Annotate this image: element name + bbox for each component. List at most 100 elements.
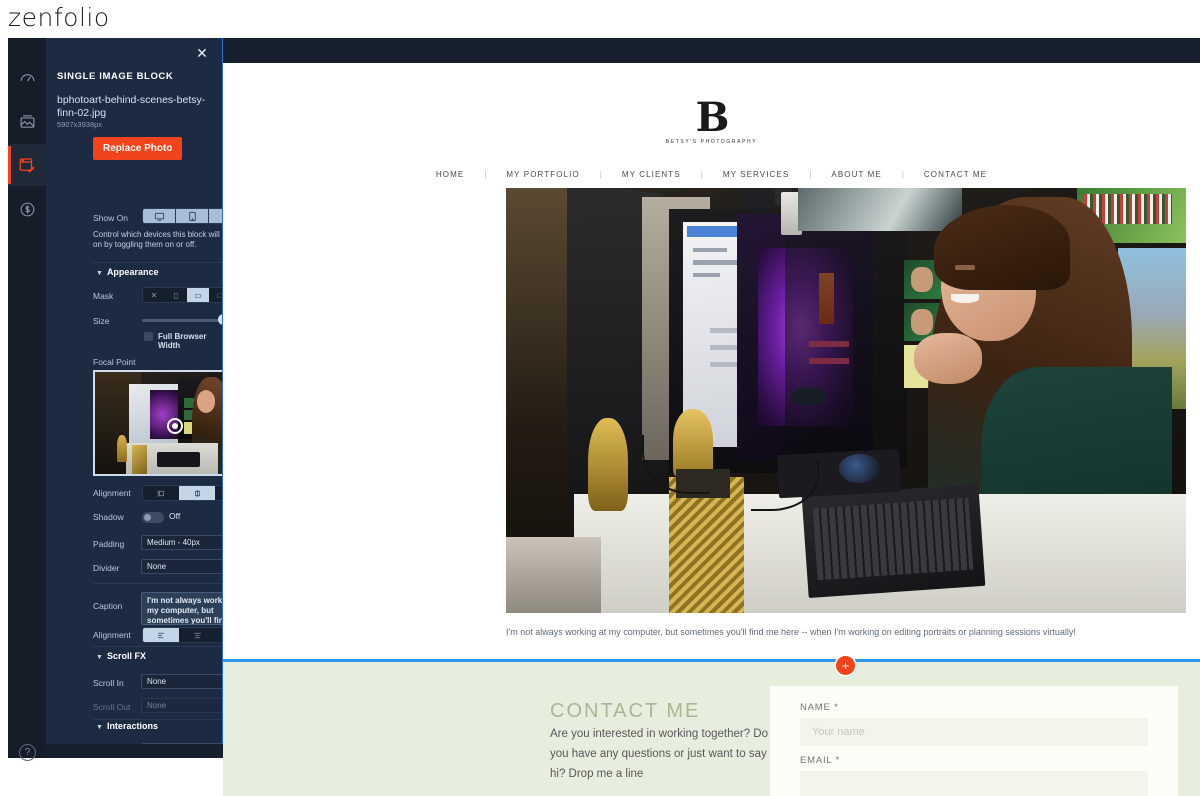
shadow-state-label: Off	[169, 511, 181, 521]
logo-letter: B	[695, 94, 730, 141]
close-icon[interactable]: ✕	[194, 45, 210, 61]
caption-align-right-icon[interactable]	[215, 628, 222, 642]
divider-value: None	[147, 562, 167, 571]
contact-form[interactable]: NAME * Your name EMAIL *	[770, 686, 1178, 796]
show-on-label: Show On	[93, 213, 128, 223]
scroll-in-label: Scroll In	[93, 678, 124, 688]
image-alignment-label: Alignment	[93, 488, 131, 498]
appearance-section-header[interactable]: ▼ Appearance	[96, 267, 158, 277]
desktop-icon[interactable]	[143, 209, 176, 223]
scroll-out-value: None	[147, 701, 167, 710]
show-on-help-text: Control which devices this block will ap…	[93, 230, 222, 249]
rail-item-gallery[interactable]	[8, 100, 46, 142]
focal-point-label: Focal Point	[93, 357, 136, 367]
rail-item-website-builder[interactable]	[8, 144, 46, 186]
replace-photo-button[interactable]: Replace Photo	[93, 137, 183, 160]
nav-link-my-portfolio[interactable]: MY PORTFOLIO	[486, 170, 599, 179]
nav-link-home[interactable]: HOME	[416, 170, 484, 179]
hero-caption: I'm not always working at my computer, b…	[506, 627, 1076, 637]
full-browser-width-label: Full Browser Width	[158, 332, 207, 350]
single-image-block-settings-panel: ✕ SINGLE IMAGE BLOCK bphotoart-behind-sc…	[46, 38, 223, 744]
image-alignment-options[interactable]	[142, 485, 222, 501]
editor-shell: ? ✕ SINGLE IMAGE BLOCK bphotoart-behind-…	[8, 38, 1200, 796]
zenfolio-logo[interactable]: zenfolio	[8, 3, 110, 32]
block-selection-bar	[223, 659, 1200, 662]
nav-link-my-services[interactable]: MY SERVICES	[703, 170, 810, 179]
site-logo[interactable]: B BETSY'S PHOTOGRAPHY	[665, 94, 758, 146]
image-file-name: bphotoart-behind-scenes-betsy-finn-02.jp…	[57, 94, 206, 119]
caption-alignment-label: Alignment	[93, 630, 131, 640]
mask-square-icon[interactable]: □	[209, 288, 222, 302]
brand-bar: zenfolio	[0, 0, 1200, 38]
contact-heading: CONTACT ME	[550, 700, 701, 722]
chevron-down-icon: ▼	[96, 270, 103, 277]
align-right-icon[interactable]	[215, 486, 222, 500]
scroll-out-label: Scroll Out	[93, 702, 131, 712]
help-button[interactable]: ?	[19, 744, 36, 761]
caption-label: Caption	[93, 601, 123, 611]
rail-item-billing[interactable]	[8, 188, 46, 230]
full-browser-width-checkbox[interactable]	[144, 332, 153, 341]
shadow-toggle[interactable]	[142, 512, 164, 523]
name-input[interactable]: Your name	[800, 718, 1148, 746]
link-type-select[interactable]: None ▼	[141, 743, 222, 744]
contact-section[interactable]: CONTACT ME Are you interested in working…	[223, 662, 1200, 796]
padding-select[interactable]: Medium - 40px ▼	[141, 535, 222, 550]
divider-label: Divider	[93, 563, 120, 573]
hero-photo-content	[506, 188, 1186, 613]
scroll-fx-section-header[interactable]: ▼ Scroll FX	[96, 651, 146, 661]
mask-options[interactable]: ✕ ▯ ▭ □ ○	[142, 287, 222, 303]
email-input[interactable]	[800, 771, 1148, 796]
divider	[93, 719, 222, 720]
caption-value: I'm not always working at my computer, b…	[147, 596, 223, 625]
interactions-section-header[interactable]: ▼ Interactions	[96, 721, 158, 731]
contact-body-text: Are you interested in working together? …	[550, 728, 768, 780]
padding-value: Medium - 40px	[147, 538, 200, 547]
logo-subtitle: BETSY'S PHOTOGRAPHY	[665, 139, 758, 145]
tablet-icon[interactable]	[176, 209, 209, 223]
nav-link-my-clients[interactable]: MY CLIENTS	[602, 170, 701, 179]
name-field-label: NAME *	[800, 702, 839, 713]
caption-textarea[interactable]: I'm not always working at my computer, b…	[141, 592, 223, 625]
hero-photo[interactable]	[506, 188, 1186, 613]
single-image-block[interactable]	[506, 188, 1186, 613]
caption-align-left-icon[interactable]	[143, 628, 179, 642]
scroll-in-value: None	[147, 677, 167, 686]
size-slider-track[interactable]	[142, 319, 222, 322]
icon-rail: ?	[8, 38, 46, 761]
caption-alignment-options[interactable]	[142, 627, 222, 643]
site-header: B BETSY'S PHOTOGRAPHY HOME | MY PORTFOLI…	[223, 63, 1200, 191]
divider-select[interactable]: None ▼	[141, 559, 222, 574]
mask-portrait-icon[interactable]: ▯	[165, 288, 187, 302]
focal-point-thumbnail[interactable]	[93, 370, 222, 476]
align-center-icon[interactable]	[179, 486, 215, 500]
dollar-circle-icon	[19, 201, 36, 218]
page-edit-icon	[18, 156, 36, 174]
scroll-in-select[interactable]: None ▼	[141, 674, 222, 689]
gauge-icon	[19, 69, 36, 86]
panel-title: SINGLE IMAGE BLOCK	[57, 71, 174, 82]
divider	[93, 583, 222, 584]
nav-link-contact-me[interactable]: CONTACT ME	[904, 170, 1007, 179]
photos-icon	[19, 113, 36, 130]
focal-point-marker[interactable]	[167, 418, 183, 434]
website-preview-canvas[interactable]: B BETSY'S PHOTOGRAPHY HOME | MY PORTFOLI…	[223, 63, 1200, 758]
focal-thumb-photo	[95, 372, 222, 474]
chevron-down-icon: ▼	[96, 724, 103, 731]
rail-item-dashboard[interactable]	[8, 56, 46, 98]
site-navigation: HOME | MY PORTFOLIO | MY CLIENTS | MY SE…	[223, 170, 1200, 179]
caption-align-center-icon[interactable]	[179, 628, 215, 642]
add-block-button[interactable]: +	[836, 656, 855, 675]
divider	[93, 262, 222, 263]
shadow-label: Shadow	[93, 512, 124, 522]
mask-label: Mask	[93, 291, 114, 301]
email-field-label: EMAIL *	[800, 755, 841, 766]
chevron-down-icon: ▼	[96, 654, 103, 661]
image-dimensions: 5907x3938px	[57, 120, 103, 129]
align-left-icon[interactable]	[143, 486, 179, 500]
mask-none-icon[interactable]: ✕	[143, 288, 165, 302]
show-on-device-toggles[interactable]	[142, 208, 222, 224]
phone-icon[interactable]	[209, 209, 222, 223]
mask-landscape-icon[interactable]: ▭	[187, 288, 209, 302]
nav-link-about-me[interactable]: ABOUT ME	[811, 170, 901, 179]
